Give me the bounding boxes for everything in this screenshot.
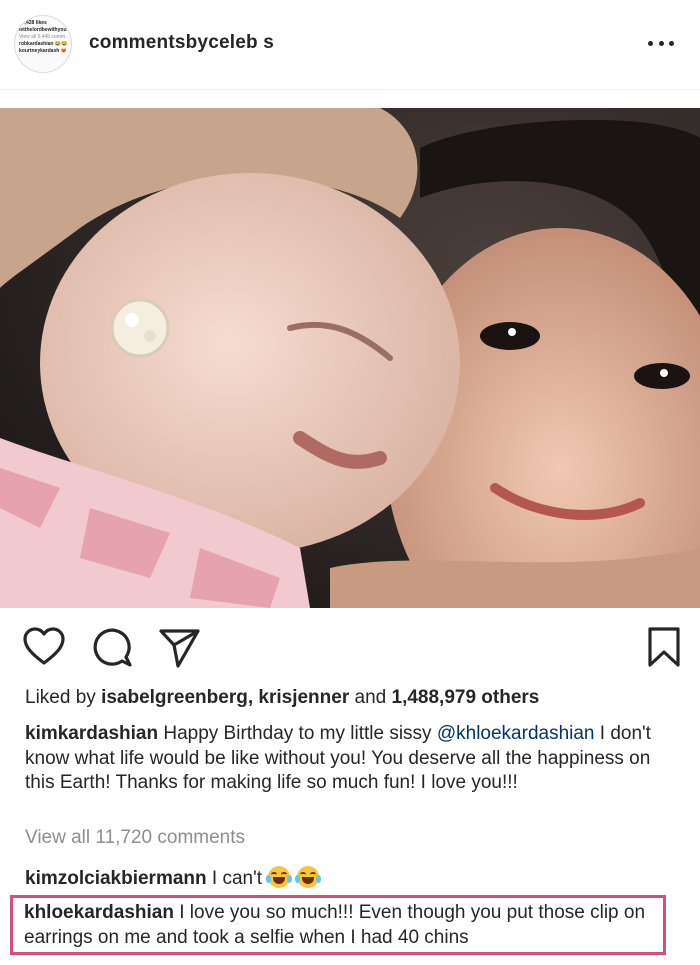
more-icon[interactable] bbox=[648, 38, 674, 48]
post-username[interactable]: commentsbyceleb s bbox=[89, 32, 274, 54]
comment-text: I can't bbox=[211, 868, 263, 889]
photo-illustration bbox=[0, 108, 700, 608]
post-header: 15,428 likes letthelordbewithyou View al… bbox=[0, 0, 700, 90]
caption-username[interactable]: kimkardashian bbox=[25, 723, 158, 744]
more-dot bbox=[658, 40, 664, 46]
more-dot bbox=[648, 40, 653, 46]
comment: kimzolciakbiermann I can't bbox=[25, 866, 321, 890]
avatar-text-line: kourtneykardash 😻 bbox=[19, 48, 67, 54]
laughing-emoji-icon bbox=[294, 866, 321, 888]
post-caption: kimkardashian Happy Birthday to my littl… bbox=[25, 722, 675, 796]
avatar-text-line: View all 5,445 comm bbox=[19, 34, 66, 40]
caption-mention[interactable]: @khloekardashian bbox=[437, 723, 595, 744]
laughing-emoji-icon bbox=[266, 866, 293, 888]
share-icon[interactable] bbox=[158, 625, 202, 669]
bookmark-icon[interactable] bbox=[642, 625, 686, 669]
likes-users[interactable]: isabelgreenberg, krisjenner bbox=[101, 687, 349, 708]
post-photo[interactable] bbox=[0, 108, 700, 608]
likes-and: and bbox=[354, 687, 387, 708]
heart-icon[interactable] bbox=[22, 625, 66, 669]
likes-prefix: Liked by bbox=[25, 687, 96, 708]
more-dot bbox=[669, 40, 674, 46]
likes-count[interactable]: 1,488,979 others bbox=[392, 687, 540, 708]
highlighted-comment: khloekardashian I love you so much!!! Ev… bbox=[10, 895, 666, 955]
avatar-text-line: letthelordbewithyou bbox=[19, 27, 67, 33]
avatar-text-line: robkardashian 😂😂 bbox=[19, 41, 67, 47]
caption-text: Happy Birthday to my little sissy bbox=[163, 723, 432, 744]
view-all-comments-link[interactable]: View all 11,720 comments bbox=[25, 827, 245, 849]
comment-username[interactable]: kimzolciakbiermann bbox=[25, 868, 207, 889]
comment-icon[interactable] bbox=[92, 625, 136, 669]
header-divider bbox=[0, 89, 700, 90]
avatar-text-line: 15,428 likes bbox=[19, 20, 47, 26]
comment-username[interactable]: khloekardashian bbox=[24, 902, 174, 923]
avatar[interactable]: 15,428 likes letthelordbewithyou View al… bbox=[14, 15, 72, 73]
action-bar bbox=[0, 625, 700, 675]
likes-summary[interactable]: Liked by isabelgreenberg, krisjenner and… bbox=[25, 687, 539, 709]
